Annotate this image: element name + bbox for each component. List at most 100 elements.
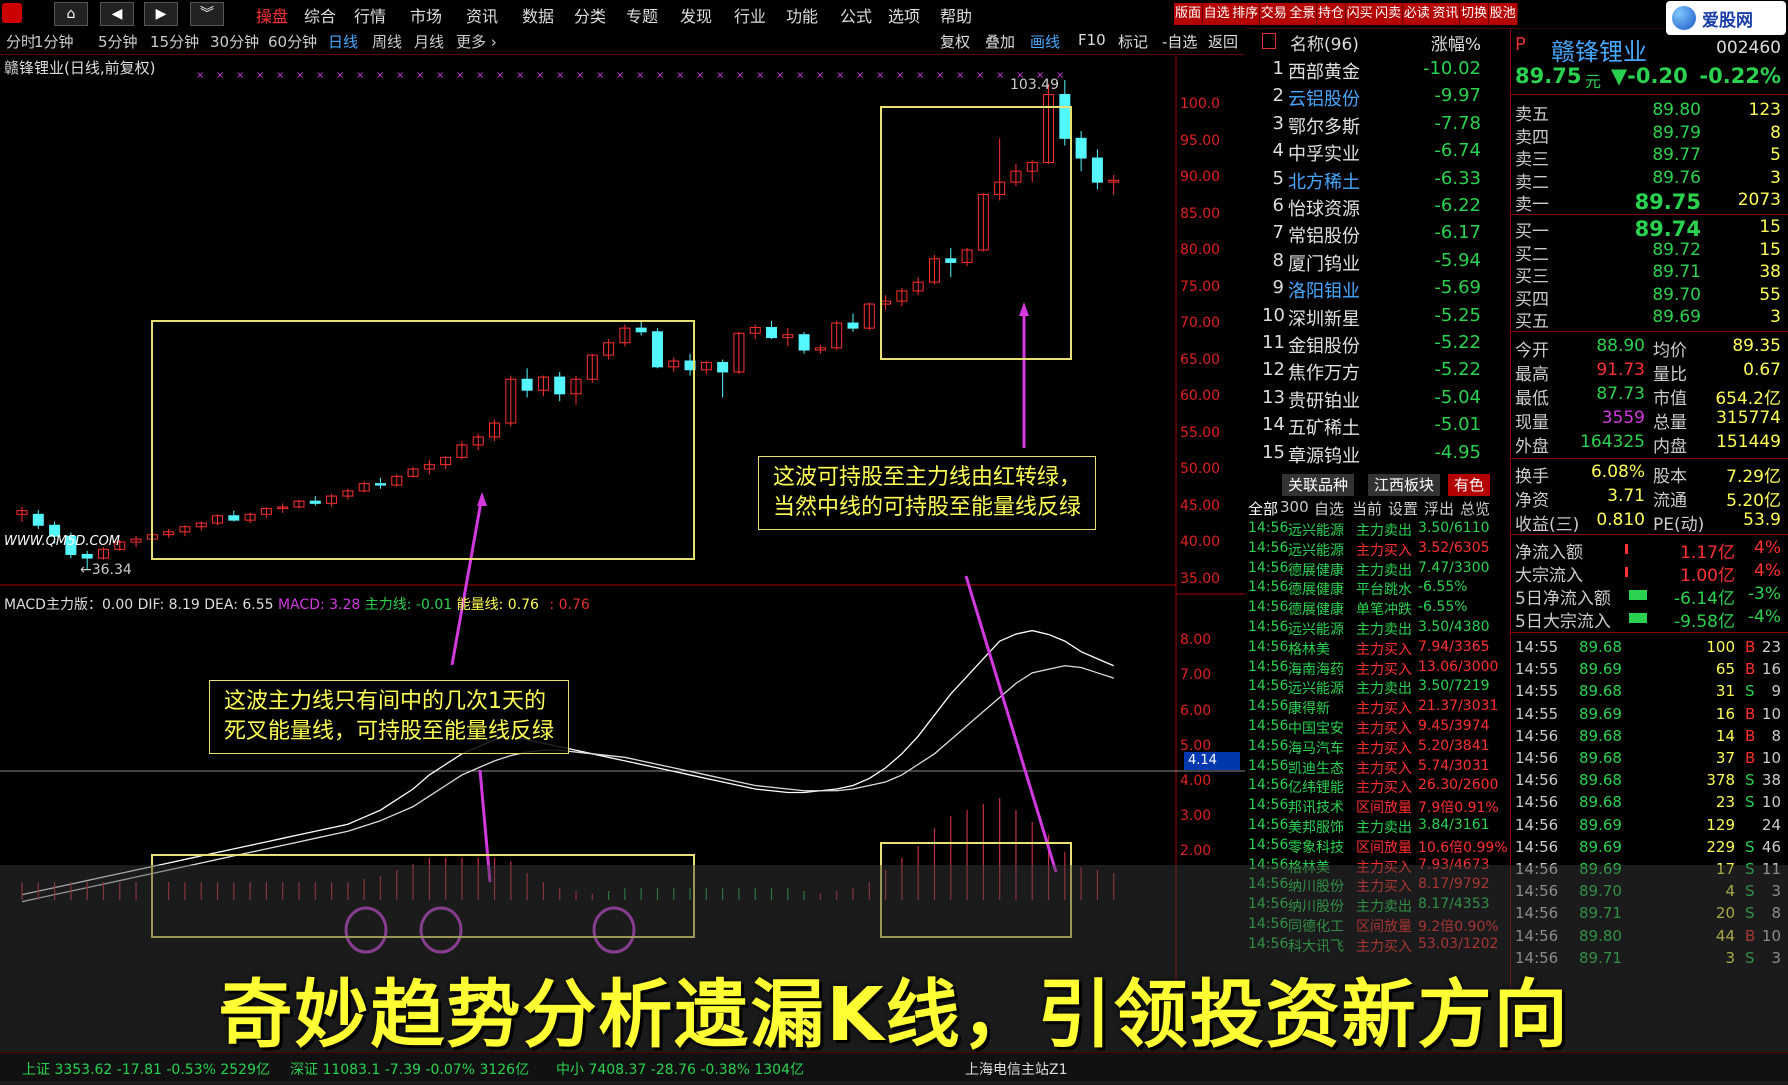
tool-1[interactable]: 叠加 [985,31,1015,52]
flow-row[interactable]: 14:56 远兴能源 主力卖出 3.50/6110 [1248,520,1510,540]
quick-button-9[interactable]: 资讯 [1431,3,1461,25]
related-tab-0[interactable]: 关联品种 [1282,474,1355,496]
flow-row[interactable]: 14:56 海马汽车 主力买入 5.20/3841 [1248,738,1510,758]
shenzhen-index[interactable]: 深证 11083.1 -7.39 -0.07% 3126亿 [290,1059,529,1079]
menu-item-1[interactable]: 综合 [304,3,336,27]
quick-button-4[interactable]: 全景 [1288,3,1318,25]
menu-item-3[interactable]: 市场 [410,3,442,27]
quick-button-7[interactable]: 闪卖 [1374,3,1404,25]
ask-row[interactable]: 卖五 89.80 123 [1515,100,1785,125]
quick-button-0[interactable]: 版面 [1174,3,1203,25]
related-tab-2[interactable]: 有色 [1448,474,1491,496]
quick-button-8[interactable]: 必读 [1402,3,1432,25]
menu-item-6[interactable]: 分类 [574,3,606,27]
period-8[interactable]: 月线 [414,31,444,52]
flow-row[interactable]: 14:56 德展健康 主力卖出 7.47/3300 [1248,560,1510,580]
server-status[interactable]: 上海电信主站Z1 [965,1059,1068,1079]
flow-filter-3[interactable]: 当前 [1352,498,1382,519]
menu-item-4[interactable]: 资讯 [466,3,498,27]
home-button[interactable]: ⌂ [54,2,88,26]
rank-row[interactable]: 9 洛阳钼业 -5.69 [1248,277,1493,304]
flow-row[interactable]: 14:56 邦讯技术 区间放量 7.9倍0.91% [1248,797,1510,817]
flow-row[interactable]: 14:56 亿纬锂能 主力买入 26.30/2600 [1248,777,1510,797]
flow-filter-0[interactable]: 全部 [1248,498,1278,519]
related-tab-1[interactable]: 江西板块 [1368,474,1441,496]
quick-button-5[interactable]: 持仓 [1317,3,1346,25]
flow-row[interactable]: 14:56 远兴能源 主力卖出 3.50/4380 [1248,619,1510,639]
rank-header-name[interactable]: 名称(96) [1290,30,1359,55]
shanghai-index[interactable]: 上证 3353.62 -17.81 -0.53% 2529亿 [22,1059,270,1079]
quick-button-11[interactable]: 股池 [1488,3,1518,25]
menu-item-10[interactable]: 功能 [786,3,818,27]
bid-row[interactable]: 买一 89.74 15 [1515,217,1785,242]
flow-filter-1[interactable]: 300 [1280,498,1309,516]
expand-button[interactable]: ︾ [190,2,224,26]
menu-item-13[interactable]: 帮助 [940,3,972,27]
rank-row[interactable]: 15 章源钨业 -4.95 [1248,442,1493,469]
tool-0[interactable]: 复权 [940,31,970,52]
period-3[interactable]: 15分钟 [150,31,199,52]
rank-row[interactable]: 8 厦门钨业 -5.94 [1248,250,1493,277]
back-button[interactable]: ◀ [100,2,134,26]
forward-button[interactable]: ▶ [144,2,178,26]
menu-item-2[interactable]: 行情 [354,3,386,27]
rank-row[interactable]: 13 贵研铂业 -5.04 [1248,387,1493,414]
flow-row[interactable]: 14:56 格林美 主力买入 7.94/3365 [1248,639,1510,659]
menu-item-11[interactable]: 公式 [840,3,872,27]
menu-item-0[interactable]: 操盘 [256,3,288,27]
quick-button-2[interactable]: 排序 [1231,3,1261,25]
rank-row[interactable]: 7 常铝股份 -6.17 [1248,222,1493,249]
ask-row[interactable]: 卖一 89.75 2073 [1515,190,1785,215]
quick-button-3[interactable]: 交易 [1259,3,1289,25]
bid-row[interactable]: 买五 89.69 3 [1515,307,1785,332]
rank-row[interactable]: 4 中孚实业 -6.74 [1248,140,1493,167]
ask-row[interactable]: 卖三 89.77 5 [1515,145,1785,170]
period-9[interactable]: 更多 › [456,31,497,52]
flow-row[interactable]: 14:56 零象科技 区间放量 10.6倍0.99% [1248,837,1510,857]
period-2[interactable]: 5分钟 [98,31,138,52]
period-7[interactable]: 周线 [372,31,402,52]
rank-row[interactable]: 3 鄂尔多斯 -7.78 [1248,113,1493,140]
flow-filter-2[interactable]: 自选 [1314,498,1344,519]
bid-row[interactable]: 买三 89.71 38 [1515,262,1785,287]
flow-row[interactable]: 14:56 康得新 主力买入 21.37/3031 [1248,698,1510,718]
menu-item-9[interactable]: 行业 [734,3,766,27]
rank-header-change[interactable]: 涨幅% [1431,30,1481,55]
period-6[interactable]: 日线 [328,31,358,52]
period-0[interactable]: 分时 [6,31,36,52]
rank-row[interactable]: 10 深圳新星 -5.25 [1248,305,1493,332]
tool-5[interactable]: -自选 [1162,31,1197,52]
rank-row[interactable]: 2 云铝股份 -9.97 [1248,85,1493,112]
menu-item-12[interactable]: 选项 [888,3,920,27]
menu-item-5[interactable]: 数据 [522,3,554,27]
rank-row[interactable]: 6 怡球资源 -6.22 [1248,195,1493,222]
flow-filter-4[interactable]: 设置 [1388,498,1418,519]
quick-button-10[interactable]: 切换 [1460,3,1489,25]
ask-row[interactable]: 卖二 89.76 3 [1515,168,1785,193]
tool-6[interactable]: 返回 [1208,31,1238,52]
sme-index[interactable]: 中小 7408.37 -28.76 -0.38% 1304亿 [556,1059,804,1079]
quick-button-1[interactable]: 自选 [1202,3,1232,25]
rank-row[interactable]: 5 北方稀土 -6.33 [1248,168,1493,195]
flow-row[interactable]: 14:56 海南海药 主力买入 13.06/3000 [1248,659,1510,679]
flow-row[interactable]: 14:56 远兴能源 主力卖出 3.50/7219 [1248,678,1510,698]
rank-row[interactable]: 14 五矿稀土 -5.01 [1248,414,1493,441]
bid-row[interactable]: 买四 89.70 55 [1515,285,1785,310]
flow-row[interactable]: 14:56 中国宝安 主力买入 9.45/3974 [1248,718,1510,738]
flow-row[interactable]: 14:56 美邦服饰 主力卖出 3.84/3161 [1248,817,1510,837]
flow-filter-5[interactable]: 浮出 [1424,498,1454,519]
rank-row[interactable]: 12 焦作万方 -5.22 [1248,359,1493,386]
bid-row[interactable]: 买二 89.72 15 [1515,240,1785,265]
ask-row[interactable]: 卖四 89.79 8 [1515,123,1785,148]
tool-4[interactable]: 标记 [1118,31,1148,52]
tool-2[interactable]: 画线 [1030,31,1060,52]
flow-filter-6[interactable]: 总览 [1460,498,1490,519]
rank-row[interactable]: 1 西部黄金 -10.02 [1248,58,1493,85]
period-4[interactable]: 30分钟 [210,31,259,52]
flow-row[interactable]: 14:56 凯迪生态 主力买入 5.74/3031 [1248,758,1510,778]
period-5[interactable]: 60分钟 [268,31,317,52]
period-1[interactable]: 1分钟 [34,31,74,52]
flow-row[interactable]: 14:56 远兴能源 主力买入 3.52/6305 [1248,540,1510,560]
menu-item-8[interactable]: 发现 [680,3,712,27]
tool-3[interactable]: F10 [1078,31,1106,49]
